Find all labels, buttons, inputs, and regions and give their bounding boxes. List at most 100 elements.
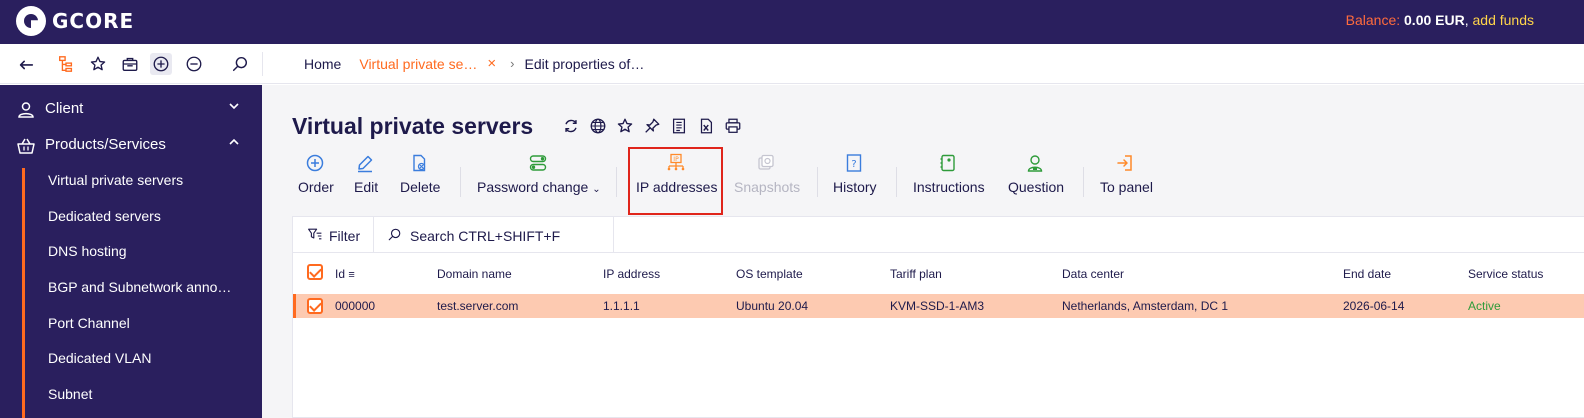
column-data-center[interactable]: Data center — [1062, 267, 1124, 281]
sidebar-item-vps[interactable]: Virtual private servers — [48, 172, 248, 188]
sidebar-item-port-channel[interactable]: Port Channel — [48, 315, 248, 331]
snapshots-button[interactable]: Snapshots — [734, 153, 800, 203]
cell-datacenter: Netherlands, Amsterdam, DC 1 — [1062, 299, 1229, 313]
main-content: Virtual private servers Order Edit Delet… — [262, 85, 1584, 418]
sidebar-item-bgp[interactable]: BGP and Subnetwork anno… — [48, 279, 248, 295]
table-row[interactable]: 000000 test.server.com 1.1.1.1 Ubuntu 20… — [293, 294, 1584, 318]
delete-button[interactable]: Delete — [400, 153, 440, 203]
order-button[interactable]: Order — [298, 153, 334, 203]
action-separator — [460, 167, 461, 197]
edit-label: Edit — [354, 179, 379, 195]
login-panel-icon — [1115, 153, 1137, 175]
support-agent-icon — [1025, 153, 1047, 175]
gcore-logo-icon — [16, 6, 46, 36]
tree-icon[interactable] — [56, 54, 76, 74]
back-arrow-icon[interactable] — [16, 54, 36, 74]
title-icon-bar — [562, 117, 742, 135]
cell-id: 000000 — [335, 299, 376, 313]
sidebar-group-products[interactable]: Products/Services — [0, 127, 262, 163]
brand-name: GCORE — [52, 9, 135, 33]
filter-button[interactable]: Filter — [307, 226, 360, 245]
history-label: History — [833, 179, 877, 195]
sidebar-client-label: Client — [45, 100, 84, 117]
star-icon[interactable] — [616, 117, 634, 135]
list-icon[interactable] — [670, 117, 688, 135]
chevron-right-icon: › — [510, 56, 515, 71]
page-title: Virtual private servers — [292, 113, 534, 139]
toggle-settings-icon — [528, 153, 550, 175]
column-service-status[interactable]: Service status — [1468, 267, 1543, 281]
filter-label: Filter — [329, 227, 361, 244]
sidebar-item-subnet[interactable]: Subnet — [48, 386, 248, 402]
excel-icon[interactable] — [697, 117, 715, 135]
pin-icon[interactable] — [643, 117, 661, 135]
question-label: Question — [1008, 179, 1065, 195]
balance-label: Balance: — [1345, 12, 1401, 28]
column-ip-address[interactable]: IP address — [603, 267, 660, 281]
ip-addresses-highlight — [628, 147, 723, 215]
password-change-button[interactable]: Password change ⌄ — [477, 153, 601, 203]
breadcrumb-current[interactable]: Virtual private se… — [359, 56, 477, 72]
sidebar-group-client[interactable]: Client — [0, 91, 262, 127]
zoom-in-icon[interactable] — [150, 53, 172, 75]
cell-tariff: KVM-SSD-1-AM3 — [890, 299, 985, 313]
column-tariff-plan[interactable]: Tariff plan — [890, 267, 942, 281]
add-funds-link[interactable]: add funds — [1473, 12, 1535, 28]
breadcrumb-edit-properties[interactable]: Edit properties of… — [524, 56, 644, 72]
column-end-date[interactable]: End date — [1343, 267, 1391, 281]
sidebar-products-label: Products/Services — [45, 136, 166, 153]
table-header: Id ≡ Domain name IP address OS template … — [293, 261, 1584, 287]
snapshots-label: Snapshots — [734, 179, 801, 195]
action-separator — [896, 167, 897, 197]
sidebar-item-dedicated-vlan[interactable]: Dedicated VLAN — [48, 350, 248, 366]
chevron-down-icon — [228, 100, 240, 115]
breadcrumb: Home Virtual private se… × › Edit proper… — [304, 55, 662, 72]
chevron-up-icon — [228, 136, 240, 151]
instructions-label: Instructions — [913, 179, 985, 195]
snapshots-icon — [756, 153, 778, 175]
star-icon[interactable] — [88, 54, 108, 74]
action-separator — [616, 167, 617, 197]
instructions-icon — [938, 153, 960, 175]
sidebar-item-dedicated-servers[interactable]: Dedicated servers — [48, 208, 248, 224]
order-label: Order — [298, 179, 334, 195]
instructions-button[interactable]: Instructions — [913, 153, 985, 203]
breadcrumb-home[interactable]: Home — [304, 56, 341, 72]
sort-icon: ≡ — [348, 269, 355, 281]
balance-value: 0.00 EUR — [1404, 12, 1465, 28]
chevron-down-icon: ⌄ — [592, 184, 601, 195]
cell-os: Ubuntu 20.04 — [736, 299, 809, 313]
column-os-template[interactable]: OS template — [736, 267, 803, 281]
refresh-icon[interactable] — [562, 117, 580, 135]
to-panel-button[interactable]: To panel — [1100, 153, 1153, 203]
globe-icon[interactable] — [589, 117, 607, 135]
balance-separator: , — [1464, 12, 1469, 28]
delete-file-icon — [409, 153, 431, 175]
select-all-checkbox[interactable] — [307, 264, 323, 280]
history-button[interactable]: ? History — [833, 153, 877, 203]
column-id[interactable]: Id ≡ — [335, 267, 355, 281]
briefcase-icon[interactable] — [120, 54, 140, 74]
zoom-out-icon[interactable] — [184, 54, 204, 74]
delete-label: Delete — [400, 179, 441, 195]
toolbar-divider — [262, 52, 263, 76]
sidebar: Client Products/Services Virtual private… — [0, 85, 262, 418]
column-id-label: Id — [335, 267, 346, 281]
print-icon[interactable] — [724, 117, 742, 135]
svg-text:?: ? — [851, 159, 856, 170]
edit-button[interactable]: Edit — [354, 153, 378, 203]
row-checkbox[interactable] — [307, 298, 323, 314]
filter-icon — [307, 226, 323, 245]
close-tab-icon[interactable]: × — [487, 55, 496, 72]
password-change-text: Password change — [477, 179, 589, 195]
brand-logo[interactable]: GCORE — [16, 6, 134, 36]
action-separator — [1083, 167, 1084, 197]
column-domain-name[interactable]: Domain name — [437, 267, 512, 281]
sidebar-item-dns-hosting[interactable]: DNS hosting — [48, 243, 248, 259]
cell-end-date: 2026-06-14 — [1343, 299, 1405, 313]
search-icon[interactable] — [230, 54, 250, 74]
question-button[interactable]: Question — [1008, 153, 1064, 203]
action-toolbar: Order Edit Delete Password change ⌄ IP I… — [292, 153, 1582, 203]
search-input[interactable]: Search CTRL+SHIFT+F — [387, 227, 560, 245]
filter-divider — [373, 217, 374, 253]
